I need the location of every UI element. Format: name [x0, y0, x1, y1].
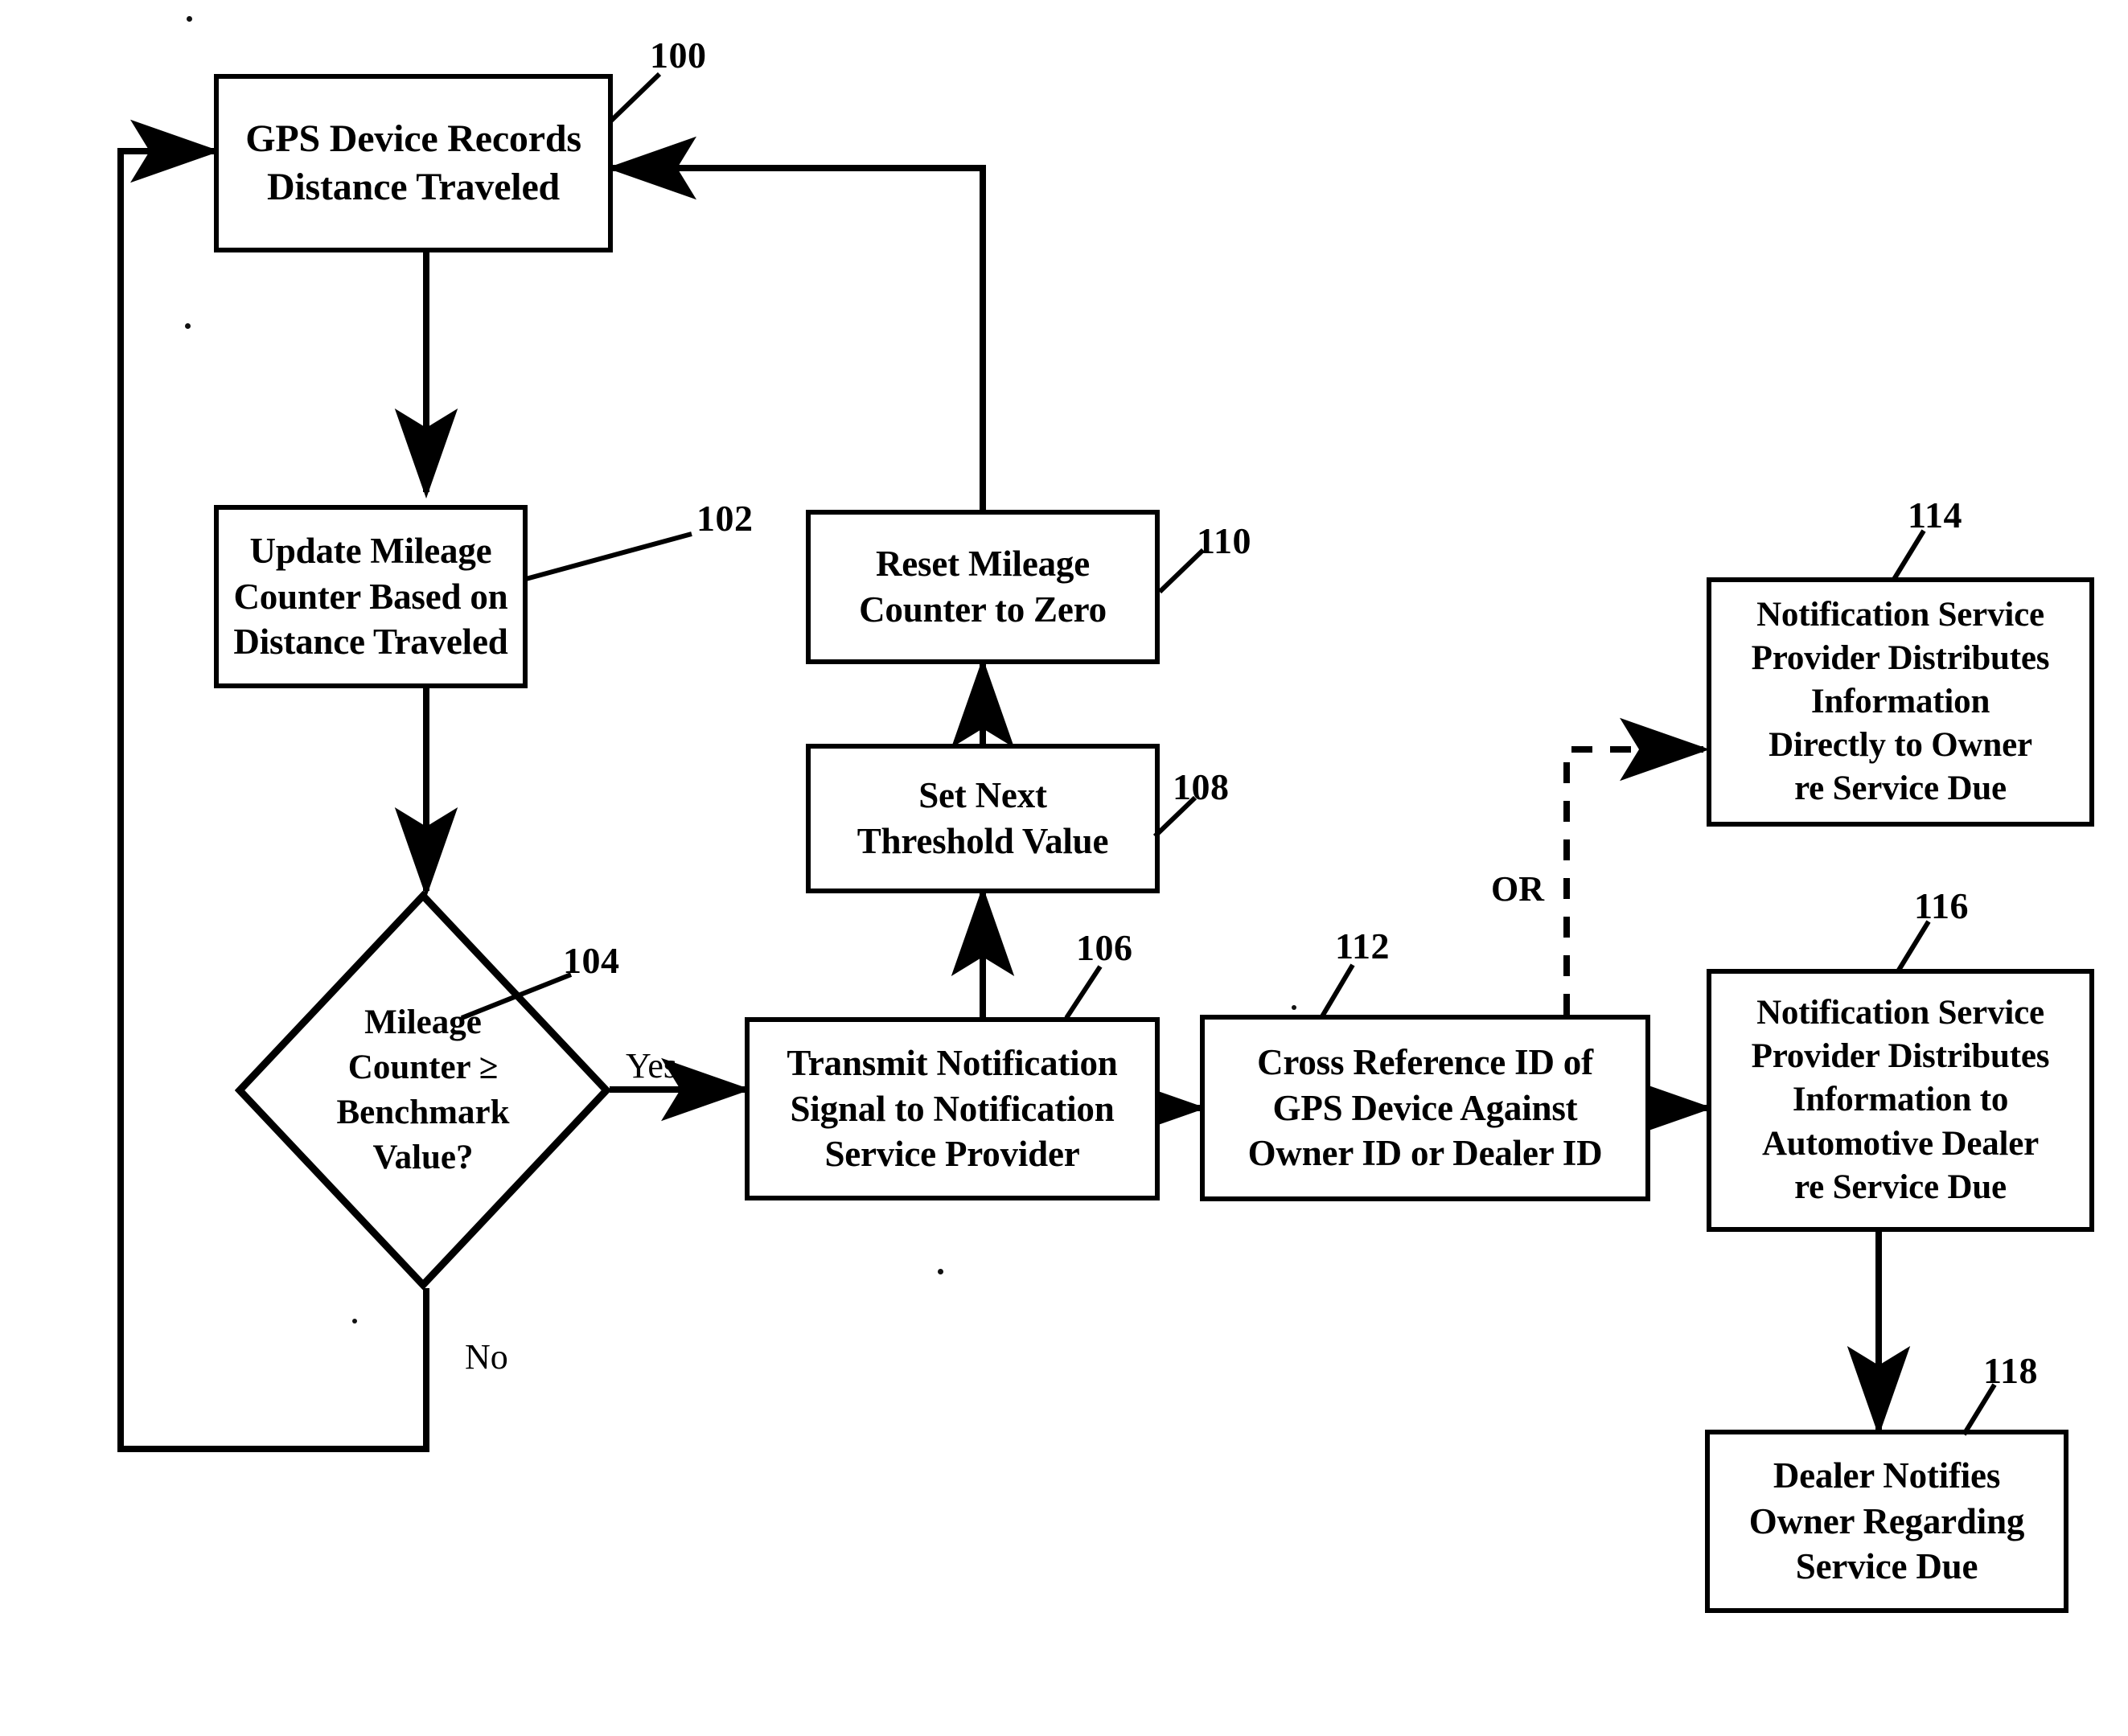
- node-dealer-notifies-owner[interactable]: Dealer Notifies Owner Regarding Service …: [1705, 1430, 2068, 1613]
- leader-line-106: [1064, 965, 1103, 1020]
- node-notify-automotive-dealer[interactable]: Notification Service Provider Distribute…: [1707, 969, 2094, 1232]
- leader-line-102: [525, 531, 692, 581]
- node-110-label: Reset Mileage Counter to Zero: [859, 544, 1107, 630]
- scan-speck: [1292, 1005, 1296, 1010]
- scan-speck: [187, 16, 192, 22]
- leader-line-112: [1320, 963, 1355, 1018]
- node-106-label: Transmit Notification Signal to Notifica…: [787, 1042, 1118, 1175]
- leader-line-100: [609, 72, 662, 123]
- node-set-next-threshold[interactable]: Set Next Threshold Value: [806, 744, 1160, 893]
- ref-number-102: 102: [696, 498, 754, 539]
- node-118-label: Dealer Notifies Owner Regarding Service …: [1748, 1455, 2025, 1587]
- leader-line-114: [1891, 529, 1926, 582]
- node-108-label: Set Next Threshold Value: [857, 775, 1109, 861]
- node-116-label: Notification Service Provider Distribute…: [1751, 994, 2050, 1206]
- node-112-label: Cross Reference ID of GPS Device Against…: [1247, 1041, 1603, 1174]
- leader-line-118: [1962, 1383, 1997, 1436]
- node-100-label: GPS Device Records Distance Traveled: [245, 117, 581, 208]
- node-114-label: Notification Service Provider Distribute…: [1751, 595, 2050, 808]
- edge-110-to-100: [606, 136, 986, 510]
- leader-line-116: [1896, 920, 1931, 973]
- edge-112-to-114-dashed: [1563, 717, 1710, 1015]
- figure-canvas: GPS Device Records Distance Traveled 100…: [0, 0, 2128, 1736]
- leader-line-108: [1152, 795, 1198, 839]
- scan-speck: [938, 1269, 943, 1274]
- scan-speck: [185, 323, 191, 329]
- edge-label-no: No: [465, 1337, 508, 1377]
- leader-line-104: [460, 972, 573, 1020]
- node-102-label: Update Mileage Counter Based on Distance…: [233, 530, 508, 663]
- node-gps-device-records[interactable]: GPS Device Records Distance Traveled: [214, 74, 613, 252]
- leader-line-110: [1157, 548, 1206, 594]
- node-cross-reference-id[interactable]: Cross Reference ID of GPS Device Against…: [1200, 1015, 1650, 1201]
- node-notify-owner-directly[interactable]: Notification Service Provider Distribute…: [1707, 577, 2094, 827]
- node-transmit-notification-signal[interactable]: Transmit Notification Signal to Notifica…: [745, 1017, 1160, 1200]
- edge-label-yes: Yes: [626, 1046, 678, 1086]
- scan-speck: [352, 1319, 357, 1324]
- edge-label-or: OR: [1491, 869, 1544, 909]
- node-update-mileage-counter[interactable]: Update Mileage Counter Based on Distance…: [214, 505, 528, 688]
- node-reset-mileage-counter[interactable]: Reset Mileage Counter to Zero: [806, 510, 1160, 664]
